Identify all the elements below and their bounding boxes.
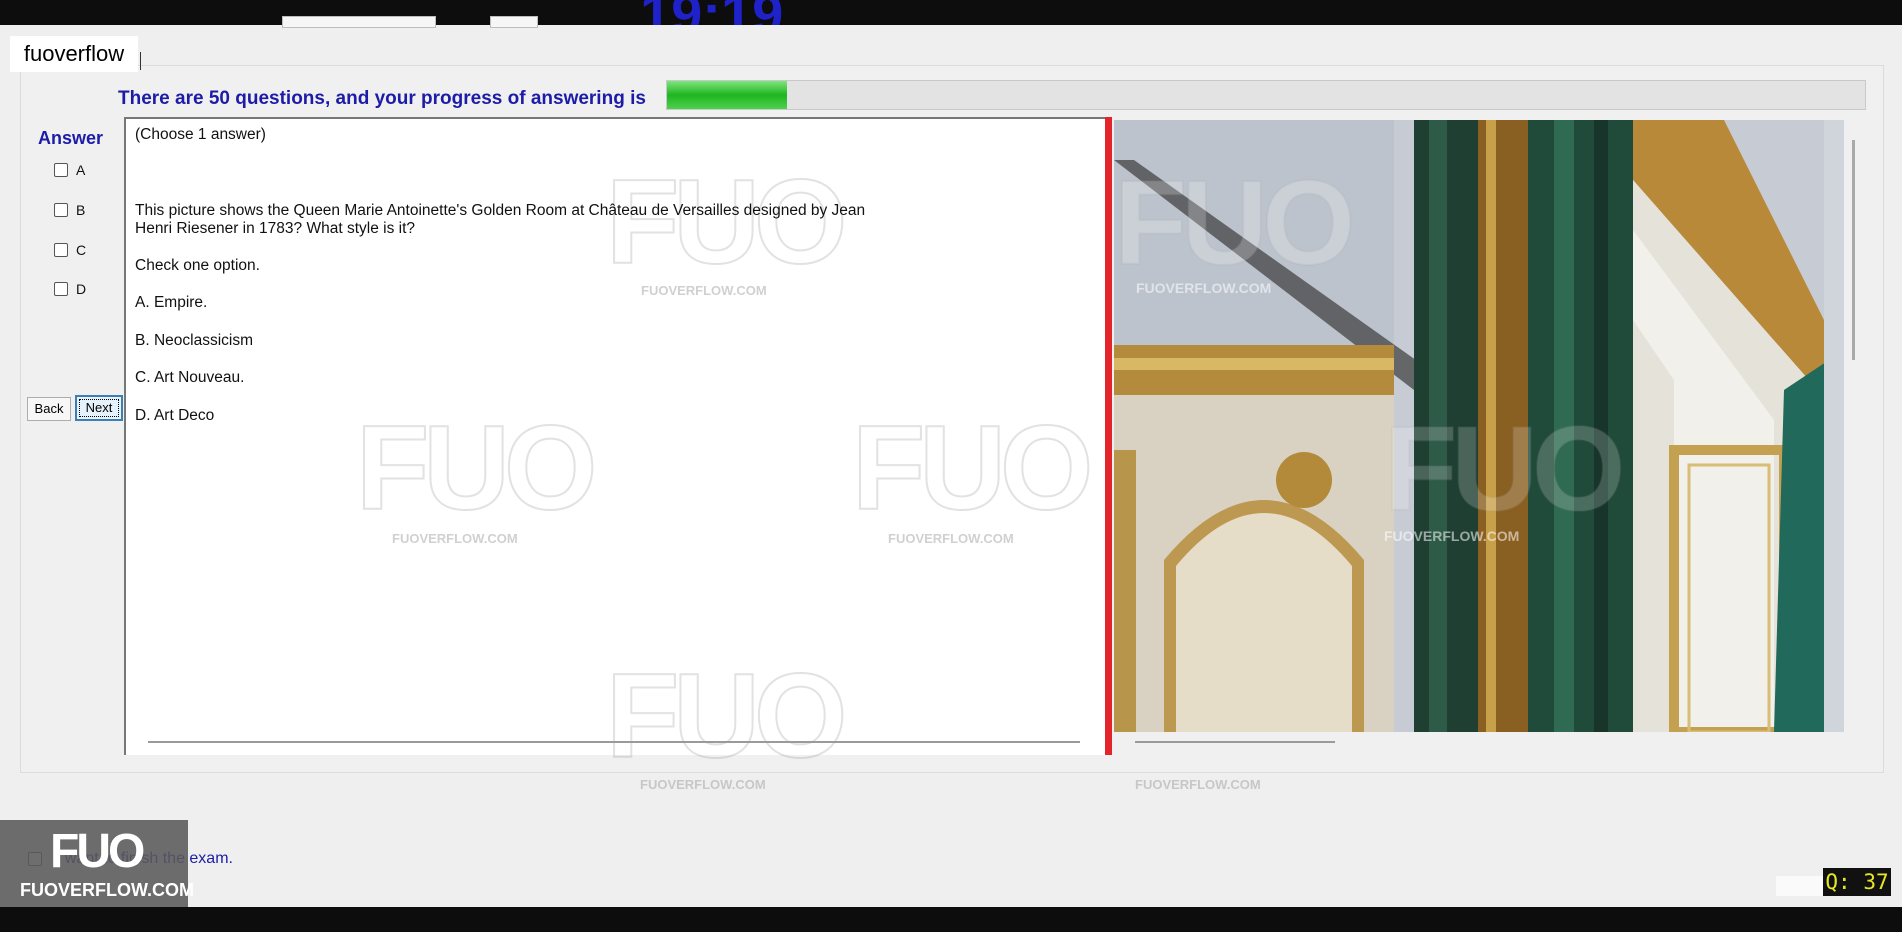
watermark-domain: FUOVERFLOW.COM [888,531,1014,546]
bottom-letterbox [0,907,1902,932]
image-vertical-scrollbar[interactable] [1852,140,1855,360]
checkbox-d[interactable] [54,282,68,296]
watermark-logo: FUO [605,154,848,290]
question-text-line: This picture shows the Queen Marie Antoi… [135,202,866,219]
answer-option-label: C [76,242,87,258]
answer-option-b[interactable]: B [54,202,85,218]
choice-b-text: B. Neoclassicism [135,332,253,349]
progress-fill [667,81,787,109]
choice-a-text: A. Empire. [135,294,208,311]
next-button[interactable]: Next [75,395,123,421]
choice-c-text: C. Art Nouveau. [135,369,245,386]
logo-brand: FUO [50,825,145,878]
watermark-domain: FUOVERFLOW.COM [640,777,766,792]
checkbox-a[interactable] [54,163,68,177]
fuoverflow-logo: FUO FUOVERFLOW.COM [0,820,194,907]
answer-option-d[interactable]: D [54,281,86,297]
answer-panel-title: Answer [38,128,104,148]
question-hint: (Choose 1 answer) [135,126,266,143]
panel-divider[interactable] [1105,117,1112,755]
question-panel: FUO FUOVERFLOW.COM FUO FUOVERFLOW.COM FU… [124,117,1108,784]
app-name-box: fuoverflow [10,36,138,72]
back-button[interactable]: Back [27,397,71,421]
image-horizontal-scrollbar[interactable] [1135,741,1335,743]
checkbox-c[interactable] [54,243,68,257]
question-horizontal-scrollbar[interactable] [148,741,1080,743]
toolbar-field-stub [490,16,538,28]
watermark-domain: FUOVERFLOW.COM [392,531,518,546]
question-text-line: Henri Riesener in 1783? What style is it… [135,220,415,237]
watermark-domain: FUOVERFLOW.COM [1135,777,1261,792]
answer-option-label: A [76,162,86,178]
choice-d-text: D. Art Deco [135,407,215,424]
answer-option-a[interactable]: A [54,162,85,178]
progress-label: There are 50 questions, and your progres… [118,88,646,109]
watermark-logo: FUO [851,400,1094,536]
golden-room-photo [1114,120,1844,732]
watermark-domain: FUOVERFLOW.COM [641,283,767,298]
toolbar-field-stub [282,16,436,28]
answer-option-c[interactable]: C [54,242,86,258]
question-image: FUO FUOVERFLOW.COM FUO FUOVERFLOW.COM [1114,120,1844,732]
progress-bar [666,80,1866,110]
text-caret [140,52,141,70]
logo-domain: FUOVERFLOW.COM [20,880,194,900]
exam-timer: 19:19 [640,0,783,25]
answer-option-label: B [76,202,86,218]
answer-option-label: D [76,281,87,297]
watermark-logo: FUO [355,400,598,536]
question-instruction: Check one option. [135,257,260,274]
question-counter: Q: 37 [1823,868,1891,896]
checkbox-b[interactable] [54,203,68,217]
